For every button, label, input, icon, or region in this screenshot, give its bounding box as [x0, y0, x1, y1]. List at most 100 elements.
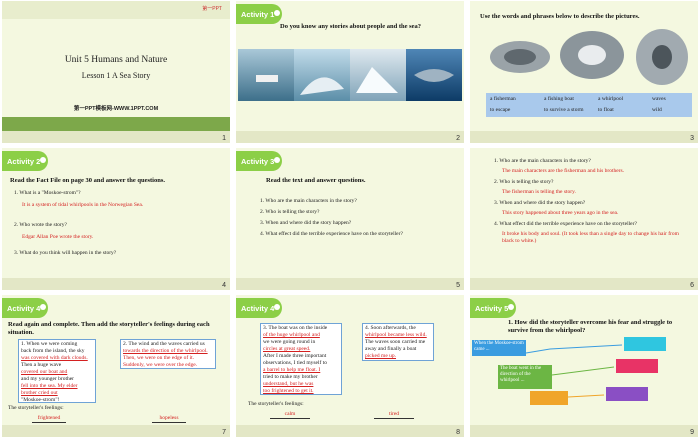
activity-badge: Activity 4 [2, 298, 48, 318]
slide-number: 9 [690, 429, 694, 436]
activity-badge: Activity 4 [236, 298, 282, 318]
footer-text: 第一PPT模板网-WWW.1PPT.COM [73, 106, 159, 112]
word-fisherman: a fisherman [490, 96, 516, 102]
activity-badge: Activity 1 [236, 4, 282, 24]
slide-thumbnail-4[interactable]: Activity 2 Read the Fact File on page 30… [2, 148, 230, 290]
slide-thumbnail-1[interactable]: 第一PPT Unit 5 Humans and Nature Lesson 1 … [2, 1, 230, 143]
question-4: 4. What effect did the terrible experien… [494, 221, 637, 227]
text-box-1: 1. When we were coming back from the isl… [18, 339, 96, 403]
answer-2: The fisherman is telling the story. [502, 189, 576, 195]
footer-bar [470, 425, 698, 437]
box-line: 4. Soon afterwards, the [365, 325, 416, 331]
feeling-2: tired [374, 411, 414, 419]
word-float: to float [598, 107, 614, 113]
activity-badge: Activity 3 [236, 151, 282, 171]
feelings-label: The storyteller's feelings: [248, 401, 304, 407]
box-answer: was covered with dark clouds. [21, 355, 88, 361]
box-answer: fell into the sea. My elder [21, 383, 78, 389]
slide-heading: Read the Fact File on page 30 and answer… [10, 177, 165, 184]
answer-3: This story happened about three years ag… [502, 210, 619, 216]
box-line: we were going round in [263, 339, 316, 345]
question-2: 2. Who wrote the story? [14, 222, 67, 228]
box-line: 2. The wind and the waves carried us [123, 341, 205, 347]
slide-subtitle: Lesson 1 A Sea Story [81, 71, 151, 80]
footer-bar [470, 278, 698, 290]
word-waves: waves [652, 96, 666, 102]
box-answer: covered our boat and [21, 369, 68, 375]
question-1: 1. Who are the main characters in the st… [494, 158, 591, 164]
slide-heading: Read the text and answer questions. [266, 177, 366, 184]
box-answer: understand, but he was [263, 381, 314, 387]
box-line: "Moskoe-strom"! [21, 397, 60, 403]
slide-number: 3 [690, 135, 694, 142]
box-answer: of the huge whirlpool and [263, 332, 320, 338]
footer-bar [2, 131, 230, 143]
word-whirlpool: a whirlpool [598, 96, 624, 102]
box-answer: circles at great speed. [263, 346, 311, 352]
question-text: Do you know any stories about people and… [280, 23, 422, 30]
answer-4: It broke his body and soul. (It took les… [502, 231, 679, 244]
text-box-3: 3. The boat was on the inside of the hug… [260, 323, 342, 395]
slide-thumbnail-9[interactable]: Activity 5 1. How did the storyteller ov… [470, 295, 698, 437]
word-fishing-boat: a fishing boat [544, 96, 574, 102]
footer-bar [236, 278, 464, 290]
box-line: away and finally a boat [365, 346, 417, 352]
box-line: 1. When we were coming [21, 341, 78, 347]
feeling-1: calm [270, 411, 310, 419]
word-survive: to survive a storm [544, 107, 584, 113]
green-band [2, 117, 230, 131]
slide-number: 5 [456, 282, 460, 289]
footer-bar [2, 425, 230, 437]
box-answer: a barrel to help me float. I [263, 367, 321, 373]
whirlpool-pictures [490, 29, 688, 85]
text-box-2: 2. The wind and the waves carried us tow… [120, 339, 216, 369]
slide-heading: Read again and complete. Then add the st… [8, 321, 210, 336]
text-box-4: 4. Soon afterwards, the whirlpool became… [362, 323, 434, 361]
box-answer: Suddenly, we were over the edge. [123, 362, 198, 368]
logo: 第一PPT [202, 6, 222, 12]
box-answer: picked me up. [365, 353, 397, 359]
slide-number: 8 [456, 429, 460, 436]
slide-heading: Use the words and phrases below to descr… [480, 13, 640, 20]
footer-bar [236, 131, 464, 143]
box-line: back from the island, the sky [21, 348, 85, 354]
slide-thumbnail-2[interactable]: Activity 1 Do you know any stories about… [236, 1, 464, 143]
question-2: 2. Who is telling the story? [494, 179, 554, 185]
slide-number: 7 [222, 429, 226, 436]
slide-number: 6 [690, 282, 694, 289]
box-answer: brother cried out [21, 390, 58, 396]
slide-number: 2 [456, 135, 460, 142]
slide-thumbnail-grid: 第一PPT Unit 5 Humans and Nature Lesson 1 … [0, 0, 700, 438]
question-2: 2. Who is telling the story? [260, 209, 320, 215]
slide-thumbnail-8[interactable]: Activity 4 3. The boat was on the inside… [236, 295, 464, 437]
box-line: The waves soon carried me [365, 339, 426, 345]
feeling-1: frightened [32, 415, 66, 423]
slide-thumbnail-5[interactable]: Activity 3 Read the text and answer ques… [236, 148, 464, 290]
flow-arrows [525, 344, 623, 398]
activity-badge: Activity 2 [2, 151, 48, 171]
sea-photos [238, 49, 462, 101]
box-line: tried to make my brother [263, 374, 318, 380]
question-4: 4. What effect did the terrible experien… [260, 231, 403, 237]
box-answer: Then, we were on the edge of it. [123, 355, 195, 361]
word-table: a fisherman a fishing boat a whirlpool w… [486, 93, 692, 117]
slide-thumbnail-6[interactable]: 1. Who are the main characters in the st… [470, 148, 698, 290]
slide-title: Unit 5 Humans and Nature [64, 55, 168, 65]
slide-thumbnail-3[interactable]: Use the words and phrases below to descr… [470, 1, 698, 143]
word-escape: to escape [490, 107, 511, 113]
box-line: After I made three important [263, 353, 327, 359]
answer-1: The main characters are the fisherman an… [502, 168, 625, 174]
box-line: 3. The boat was on the inside [263, 325, 328, 331]
question-1: 1. What is a "Moskoe-strom"? [14, 190, 81, 196]
question-3: 3. When and where did the story happen? [494, 200, 586, 206]
footer-bar [2, 278, 230, 290]
slide-number: 4 [222, 282, 226, 289]
question-3: 3. What do you think will happen in the … [14, 250, 117, 256]
box-line: and my younger brother [21, 376, 74, 382]
slide-thumbnail-7[interactable]: Activity 4 Read again and complete. Then… [2, 295, 230, 437]
box-answer: whirlpool became less wild. [365, 332, 427, 338]
answer-2: Edgar Allan Poe wrote the story. [22, 234, 94, 240]
footer-bar [236, 425, 464, 437]
footer-bar [470, 131, 698, 143]
title-banner [2, 1, 230, 19]
